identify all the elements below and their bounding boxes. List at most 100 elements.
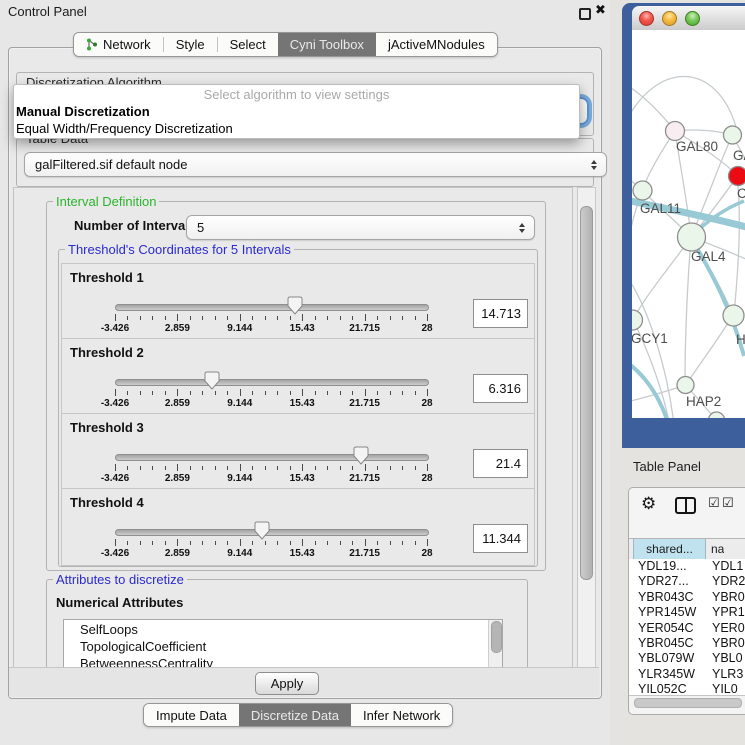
attribute-item[interactable]: TopologicalCoefficient — [64, 638, 502, 655]
algorithm-option-equal-width-frequency-discretization[interactable]: Equal Width/Frequency Discretization — [14, 120, 579, 137]
slider-track[interactable] — [115, 454, 429, 461]
scrollbar-thumb[interactable] — [491, 621, 502, 653]
tab-impute-data[interactable]: Impute Data — [144, 704, 239, 726]
network-graph-icon — [86, 38, 98, 51]
network-window-titlebar[interactable] — [632, 6, 745, 31]
tick-mark — [427, 389, 428, 396]
table-row[interactable]: YDR27...YDR2 — [629, 574, 745, 589]
column-header-name[interactable]: na — [706, 539, 745, 559]
zoom-traffic-light[interactable] — [685, 11, 700, 26]
tick-label: 21.715 — [349, 323, 380, 334]
network-node[interactable] — [666, 122, 685, 141]
tick-mark — [315, 466, 316, 470]
tab-jactivemnodules[interactable]: jActiveMNodules — [376, 33, 497, 56]
scrollbar-thumb[interactable] — [634, 698, 742, 708]
table-row[interactable]: YER054CYER0 — [629, 621, 745, 636]
algorithm-option-manual-discretization[interactable]: Manual Discretization — [14, 103, 579, 120]
threshold-value-field[interactable]: 11.344 — [473, 524, 528, 553]
float-window-icon[interactable] — [579, 8, 591, 20]
slider-track[interactable] — [115, 304, 429, 311]
tick-mark — [377, 391, 378, 395]
network-node[interactable] — [729, 167, 745, 186]
table-data-selected-value: galFiltered.sif default node — [35, 157, 187, 172]
network-node[interactable] — [633, 181, 652, 200]
tick-mark — [265, 391, 266, 395]
network-node[interactable] — [677, 377, 694, 394]
checkbox-icon[interactable]: ☑ — [708, 496, 720, 511]
tick-mark — [177, 464, 178, 471]
tick-label: 15.43 — [290, 473, 315, 484]
tick-mark — [290, 466, 291, 470]
table-row[interactable]: YDL19...YDL1 — [629, 559, 745, 574]
network-node[interactable] — [632, 310, 643, 330]
tick-mark — [327, 391, 328, 395]
close-icon[interactable]: ✖ — [595, 3, 606, 18]
table-data-select[interactable]: galFiltered.sif default node — [24, 152, 607, 177]
network-view-window: GAL80GACGAL11GAL4GCY1HHAP2 — [622, 3, 745, 448]
minimize-traffic-light[interactable] — [662, 11, 677, 26]
number-of-intervals-select[interactable]: 5 — [186, 215, 535, 240]
network-node[interactable] — [723, 305, 744, 326]
table-row[interactable]: YLR345WYLR3 — [629, 667, 745, 682]
stepper-arrows-icon — [591, 160, 597, 170]
column-header-shared-name[interactable]: shared... — [633, 539, 706, 559]
checkbox-icon[interactable]: ☑ — [722, 496, 734, 511]
apply-button[interactable]: Apply — [255, 672, 319, 695]
tab-discretize-data[interactable]: Discretize Data — [239, 704, 351, 726]
node-label: GCY1 — [632, 331, 668, 346]
slider-thumb[interactable] — [204, 371, 220, 390]
tick-label: 15.43 — [290, 323, 315, 334]
slider-track[interactable] — [115, 379, 429, 386]
column-layout-icon[interactable] — [675, 497, 696, 514]
attribute-item[interactable]: SelfLoops — [64, 621, 502, 638]
slider-thumb[interactable] — [287, 296, 303, 315]
tab-style[interactable]: Style — [164, 33, 217, 56]
cell-shared-name: YIL052C — [629, 682, 708, 695]
tab-select[interactable]: Select — [218, 33, 278, 56]
settings-vertical-scrollbar[interactable] — [577, 187, 596, 669]
close-traffic-light[interactable] — [639, 11, 654, 26]
tick-mark — [165, 466, 166, 470]
tick-mark — [227, 541, 228, 545]
slider-track[interactable] — [115, 529, 429, 536]
tick-mark — [190, 466, 191, 470]
table-row[interactable]: YBR045CYBR0 — [629, 636, 745, 651]
tick-mark — [415, 391, 416, 395]
tick-mark — [202, 391, 203, 395]
tick-mark — [365, 464, 366, 471]
threshold-value-field[interactable]: 21.4 — [473, 449, 528, 478]
cell-name: YIL0 — [708, 682, 738, 695]
tick-label: -3.426 — [101, 323, 129, 334]
numerical-attributes-list[interactable]: SelfLoopsTopologicalCoefficientBetweenne… — [63, 619, 503, 669]
stepper-arrows-icon — [519, 223, 525, 233]
thresholds-group-title: Threshold's Coordinates for 5 Intervals — [65, 242, 294, 257]
table-row[interactable]: YBR043CYBR0 — [629, 590, 745, 605]
scrollbar-thumb[interactable] — [580, 206, 593, 580]
network-canvas[interactable]: GAL80GACGAL11GAL4GCY1HHAP2 — [632, 30, 745, 418]
table-row[interactable]: YBL079WYBL0 — [629, 651, 745, 666]
threshold-box: Threshold 1-3.4262.8599.14415.4321.71528… — [61, 263, 535, 341]
tick-label: -3.426 — [101, 473, 129, 484]
tab-infer-network[interactable]: Infer Network — [351, 704, 452, 726]
slider-thumb[interactable] — [254, 521, 270, 540]
tick-mark — [302, 464, 303, 471]
attributes-list-scrollbar[interactable] — [488, 620, 502, 667]
threshold-value-field[interactable]: 6.316 — [473, 374, 528, 403]
network-node[interactable] — [724, 126, 742, 144]
tick-mark — [415, 541, 416, 545]
table-row[interactable]: YPR145WYPR1 — [629, 605, 745, 620]
tick-mark — [327, 541, 328, 545]
tick-mark — [340, 391, 341, 395]
tick-mark — [302, 539, 303, 546]
tab-label: Select — [230, 37, 266, 52]
slider-thumb[interactable] — [353, 446, 369, 465]
gear-icon[interactable]: ⚙ — [641, 494, 656, 514]
threshold-value-field[interactable]: 14.713 — [473, 299, 528, 328]
table-row[interactable]: YIL052CYIL0 — [629, 682, 745, 695]
tab-cyni-toolbox[interactable]: Cyni Toolbox — [278, 33, 376, 56]
network-node[interactable] — [678, 223, 706, 251]
table-horizontal-scrollbar[interactable] — [629, 695, 745, 709]
tick-mark — [327, 466, 328, 470]
tick-mark — [240, 389, 241, 396]
tab-network[interactable]: Network — [74, 33, 163, 56]
